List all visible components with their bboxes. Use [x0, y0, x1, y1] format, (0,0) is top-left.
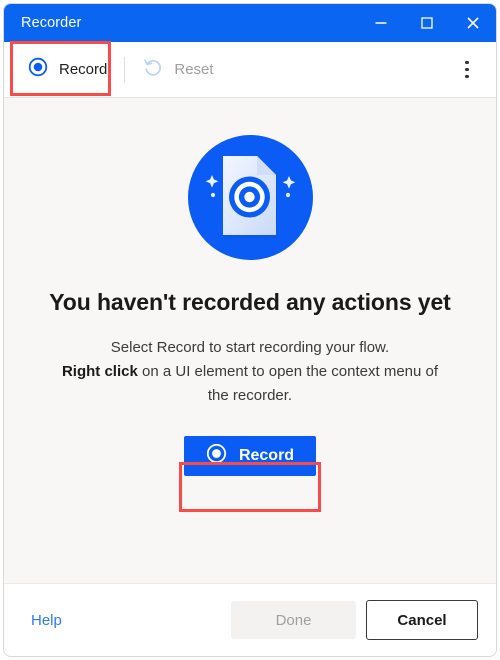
toolbar-reset-label: Reset — [174, 61, 214, 78]
recorder-window: Recorder Record Reset You haven't record… — [3, 3, 497, 657]
minimize-icon — [374, 16, 388, 30]
toolbar: Record Reset — [4, 42, 496, 98]
recorder-window-screenshot: Recorder Record Reset You haven't record… — [0, 0, 500, 660]
toolbar-separator — [124, 56, 126, 83]
empty-state-description: Select Record to start recording your fl… — [55, 336, 445, 409]
document-record-illustration — [187, 135, 313, 260]
kebab-dot — [465, 74, 469, 79]
window-title: Recorder — [21, 15, 82, 31]
kebab-dot — [465, 60, 469, 65]
record-circle-icon — [206, 443, 227, 469]
maximize-icon — [420, 16, 434, 30]
primary-record-wrapper: Record — [183, 436, 317, 477]
empty-state-content: You haven't recorded any actions yet Sel… — [4, 98, 496, 584]
cancel-button[interactable]: Cancel — [366, 600, 478, 640]
toolbar-record-label: Record — [59, 61, 108, 78]
help-link[interactable]: Help — [31, 612, 62, 629]
window-controls — [358, 4, 496, 42]
description-bold-phrase: Right click — [61, 362, 138, 380]
footer: Help Done Cancel — [4, 584, 496, 656]
description-line-2: on a UI element to open the context menu… — [137, 362, 439, 405]
minimize-button[interactable] — [358, 4, 404, 42]
title-bar[interactable]: Recorder — [4, 4, 496, 42]
more-vertical-icon[interactable] — [452, 55, 482, 85]
record-button-label: Record — [238, 447, 295, 465]
toolbar-record-button[interactable]: Record — [15, 50, 120, 90]
undo-arrow-icon — [142, 57, 163, 83]
close-icon — [465, 15, 481, 31]
kebab-dot — [465, 67, 469, 72]
record-circle-icon — [28, 57, 48, 82]
done-button[interactable]: Done — [231, 601, 356, 639]
description-line-1: Select Record to start recording your fl… — [110, 338, 390, 356]
toolbar-reset-button[interactable]: Reset — [129, 50, 226, 90]
close-button[interactable] — [450, 4, 496, 42]
footer-actions: Done Cancel — [231, 600, 478, 640]
page-title: You haven't recorded any actions yet — [49, 289, 451, 315]
maximize-button[interactable] — [404, 4, 450, 42]
record-button[interactable]: Record — [183, 436, 317, 477]
